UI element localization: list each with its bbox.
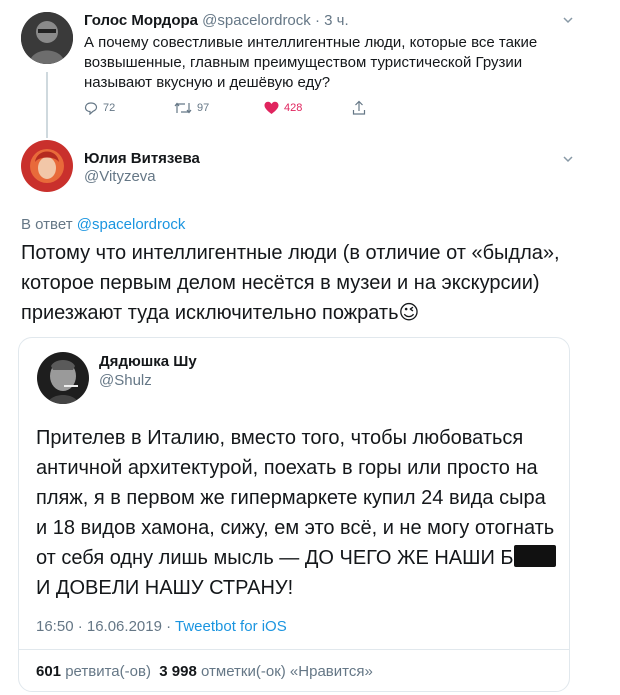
divider xyxy=(19,649,569,650)
chevron-down-icon[interactable] xyxy=(561,152,575,166)
censor-block xyxy=(513,545,556,567)
quoted-text-part1: Прителев в Италию, вместо того, чтобы лю… xyxy=(36,427,555,569)
quoted-meta: 16:50 · 16.06.2019 · Tweetbot for iOS xyxy=(36,618,287,635)
avatar-yulia-vityazeva[interactable] xyxy=(21,140,73,192)
tweet-body: Потому что интеллигентные люди (в отличи… xyxy=(21,238,581,328)
avatar-image xyxy=(21,140,73,192)
author-name[interactable]: Юлия Витязева xyxy=(84,150,200,167)
like-action[interactable]: 428 xyxy=(264,101,302,115)
quoted-stats: 601 ретвита(-ов) 3 998 отметки(-ок) «Нра… xyxy=(36,663,373,680)
thread-connector-line xyxy=(46,72,48,138)
tweet1-header: Голос Мордора @spacelordrock · 3 ч. xyxy=(84,12,349,29)
retweet-action[interactable]: 97 xyxy=(174,101,209,115)
chevron-down-icon[interactable] xyxy=(561,13,575,27)
quoted-tweet-card[interactable]: Дядюшка Шу @Shulz Прителев в Италию, вме… xyxy=(18,337,570,692)
wink-emoji: 😉 xyxy=(398,302,420,324)
retweets-stat[interactable]: 601 ретвита(-ов) xyxy=(36,663,151,680)
reply-to-handle[interactable]: @spacelordrock xyxy=(77,216,186,233)
likes-count: 3 998 xyxy=(159,663,197,680)
retweet-icon xyxy=(174,102,192,114)
quoted-tweet-text: Прителев в Италию, вместо того, чтобы лю… xyxy=(36,423,561,603)
retweets-label: ретвита(-ов) xyxy=(65,663,151,680)
reply-icon xyxy=(84,102,98,115)
reply-context: В ответ @spacelordrock xyxy=(21,216,185,233)
like-count: 428 xyxy=(284,102,303,114)
tweet-text: А почему совестливые интеллигентные люди… xyxy=(84,34,538,91)
avatar-image xyxy=(37,352,89,404)
author-handle[interactable]: @spacelordrock xyxy=(202,12,311,29)
tweet-actions: 72 97 428 xyxy=(84,100,374,117)
quoted-author-name[interactable]: Дядюшка Шу xyxy=(99,353,197,370)
avatar-golos-mordora[interactable] xyxy=(21,12,73,64)
reply-count: 72 xyxy=(103,102,116,114)
quoted-text-part2: И ДОВЕЛИ НАШУ СТРАНУ! xyxy=(36,577,294,599)
reply-action[interactable]: 72 xyxy=(84,101,115,115)
retweets-count: 601 xyxy=(36,663,62,680)
author-name[interactable]: Голос Мордора xyxy=(84,12,198,29)
share-action[interactable] xyxy=(352,100,366,115)
tweet-text: Потому что интеллигентные люди (в отличи… xyxy=(21,242,560,324)
likes-stat[interactable]: 3 998 отметки(-ок) «Нравится» xyxy=(159,663,373,680)
heart-icon xyxy=(264,101,279,114)
author-handle[interactable]: @Vityzeva xyxy=(84,168,156,185)
quoted-client[interactable]: Tweetbot for iOS xyxy=(175,618,287,635)
retweet-count: 97 xyxy=(197,102,210,114)
avatar-dyadyushka-shu[interactable] xyxy=(37,352,89,404)
reply-prefix: В ответ xyxy=(21,216,73,233)
likes-label: отметки(-ок) «Нравится» xyxy=(201,663,373,680)
quoted-author-handle[interactable]: @Shulz xyxy=(99,372,152,389)
quoted-timestamp[interactable]: 16:50 · 16.06.2019 · xyxy=(36,618,171,635)
tweet-time[interactable]: · 3 ч. xyxy=(315,12,349,29)
avatar-image xyxy=(21,12,73,64)
share-icon xyxy=(352,100,366,115)
